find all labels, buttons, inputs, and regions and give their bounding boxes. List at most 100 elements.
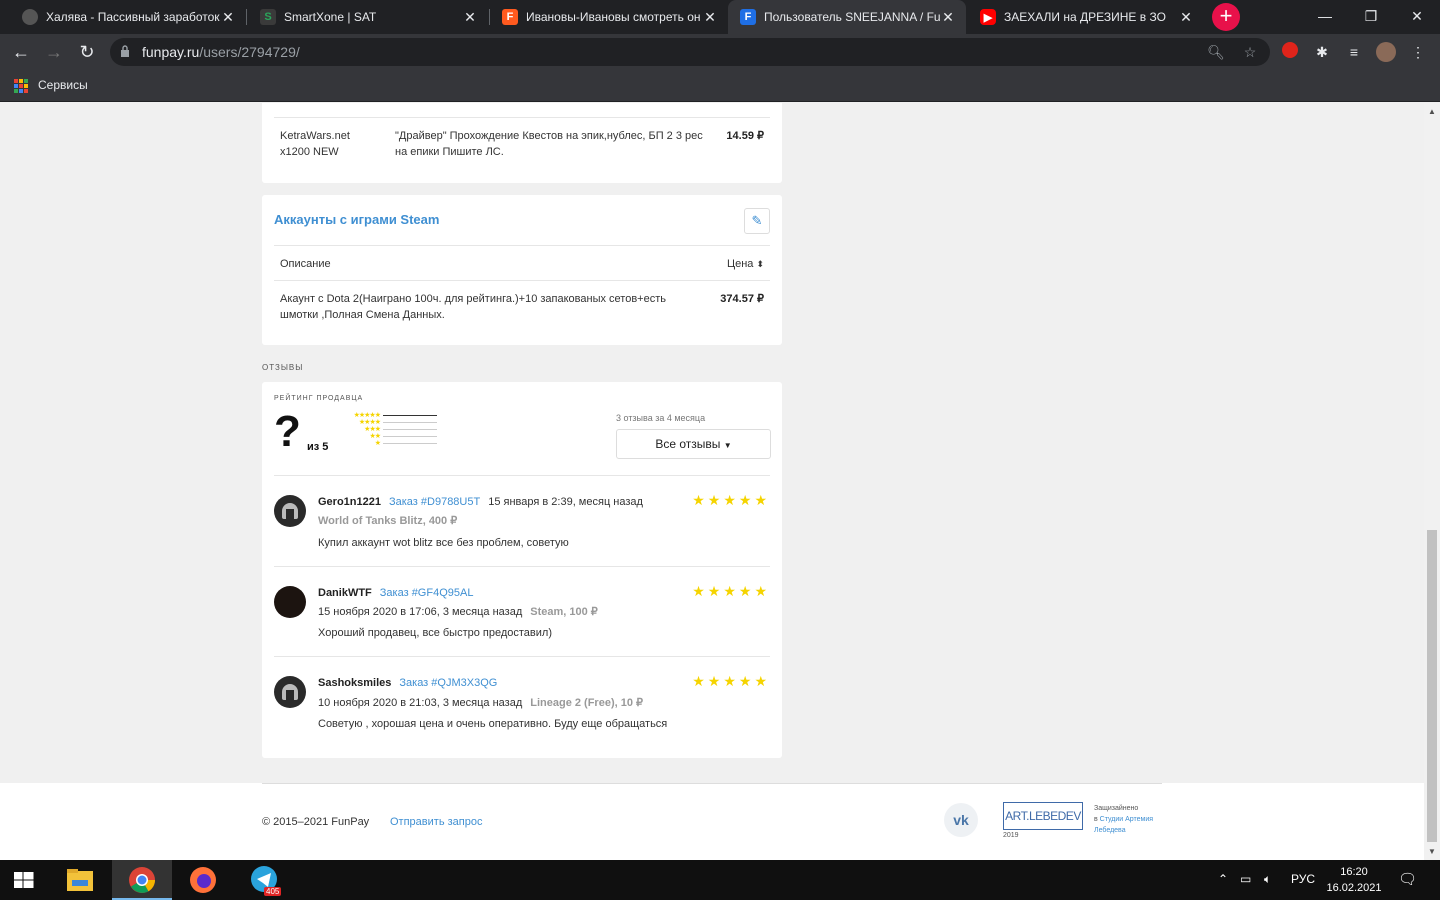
file-explorer-icon[interactable] [50,860,110,900]
review-user[interactable]: Gero1n1221 [318,496,381,508]
lock-icon [121,45,129,57]
review-game: Steam, 100 ₽ [530,606,598,618]
tab-4-active[interactable]: F Пользователь SNEEJANNA / Fun ✕ [728,0,966,34]
zoom-icon[interactable]: 🔍︎ [1206,42,1226,62]
review-date: 15 ноября 2020 в 17:06, 3 месяца назад [318,606,523,618]
review-order-link[interactable]: Заказ #GF4Q95AL [380,587,474,599]
column-header-price[interactable]: Цена ⬍ [727,256,764,272]
tray-chevron-up-icon[interactable]: ⌃ [1218,872,1228,886]
close-icon[interactable]: ✕ [702,9,718,26]
site-footer [0,783,1424,860]
url-path: /users/2794729/ [199,44,300,60]
address-bar[interactable]: funpay.ru/users/2794729/ 🔍︎ ☆ [110,38,1270,66]
new-tab-plus-icon[interactable]: + [1212,3,1240,31]
review-user[interactable]: DanikWTF [318,587,372,599]
close-icon[interactable]: ✕ [462,9,478,26]
tab-title: ЗАЕХАЛИ на ДРЕЗИНЕ в ЗО [1004,10,1166,24]
window-close-icon[interactable]: ✕ [1394,0,1440,34]
column-header-description: Описание [280,258,331,270]
tab-5[interactable]: ▶ ЗАЕХАЛИ на ДРЕЗИНЕ в ЗО ✕ [968,0,1204,34]
studio-link[interactable]: Студии Артемия Лебедева [1094,816,1153,834]
profile-avatar[interactable] [1376,42,1396,62]
scroll-down-arrow-icon[interactable]: ▼ [1428,847,1436,856]
restore-icon[interactable]: ❐ [1348,0,1394,34]
review-item: DanikWTF Заказ #GF4Q95AL 15 ноября 2020 в… [274,583,770,653]
volume-icon[interactable]: 🔈︎ [1264,872,1271,887]
close-icon[interactable]: ✕ [220,9,236,26]
review-header: Gero1n1221 Заказ #D9788U5T 15 января в 2:3… [318,496,643,508]
windows-start-icon[interactable] [0,860,48,900]
scrollbar-thumb[interactable] [1427,530,1437,842]
review-user[interactable]: Sashoksmiles [318,677,391,689]
back-arrow-icon[interactable]: ← [9,40,33,64]
media-queue-icon[interactable]: ≡ [1344,42,1364,62]
rating-bar-1 [383,443,437,444]
review-text: Советую , хорошая цена и очень оперативн… [318,718,668,730]
offer-price[interactable]: 14.59 ₽ [726,129,764,142]
avatar[interactable] [274,495,306,527]
section-title[interactable]: Аккаунты с играми Steam [274,212,439,227]
review-meta: 15 ноября 2020 в 17:06, 3 месяца назад St… [318,605,598,618]
bookmark-star-icon[interactable]: ☆ [1240,42,1260,62]
designed-by-text: Защизайнено в Студии Артемия Лебедева [1094,803,1166,836]
smartxone-favicon-icon: S [260,9,276,25]
avatar[interactable] [274,586,306,618]
steam-accounts-card: Аккаунты с играми Steam ✎ Описание Цена … [262,195,782,345]
video-site-favicon-icon: F [502,9,518,25]
review-order-link[interactable]: Заказ #D9788U5T [389,496,480,508]
rating-label: рейтинг продавца [274,395,364,402]
scroll-up-arrow-icon[interactable]: ▲ [1428,107,1436,116]
offer-description[interactable]: Акаунт с Dota 2(Наиграно 100ч. для рейти… [280,291,690,323]
all-reviews-dropdown[interactable]: Все отзывы ▼ [616,429,771,459]
url-text: funpay.ru/users/2794729/ [142,44,300,60]
caret-down-icon: ▼ [723,441,732,450]
tab-2[interactable]: S SmartXone | SAT ✕ [248,0,488,34]
review-stars-5: ★★★★★ [692,673,770,689]
reviews-heading: отзывы [262,363,304,372]
tab-3[interactable]: F Ивановы-Ивановы смотреть он ✕ [490,0,728,34]
offer-price[interactable]: 374.57 ₽ [720,292,764,305]
tab-title: SmartXone | SAT [284,10,377,24]
input-language[interactable]: РУС [1291,872,1315,886]
tab-1[interactable]: Халява - Пассивный заработок ✕ [10,0,246,34]
page-scrollbar[interactable]: ▲ ▼ [1424,103,1440,860]
avatar[interactable] [274,676,306,708]
offer-description[interactable]: "Драйвер" Прохождение Квестов на эпик,ну… [395,128,715,160]
adblock-extension-icon[interactable] [1280,42,1300,62]
menu-kebab-icon[interactable]: ⋮ [1408,42,1428,62]
offer-server[interactable]: KetraWars.net x1200 NEW [280,128,380,160]
send-request-link[interactable]: Отправить запрос [390,816,482,828]
network-icon[interactable]: ▭ [1240,872,1251,886]
extensions-puzzle-icon[interactable]: ✱ [1312,42,1332,62]
rating-row-1-star: ★ [374,440,381,447]
rating-bar-4 [383,422,437,423]
artlebedev-year: 2019 [1003,832,1019,839]
vk-icon[interactable]: vk [944,803,978,837]
review-stars-5: ★★★★★ [692,583,770,599]
browser-toolbar: ← → ↻ funpay.ru/users/2794729/ 🔍︎ ☆ ✱ ≡ … [0,34,1440,70]
funpay-favicon-icon: F [740,9,756,25]
review-item: Sashoksmiles Заказ #QJM3X3QG 10 ноября 20… [274,673,770,743]
url-host: funpay.ru [142,44,200,60]
apps-grid-icon[interactable] [14,79,28,93]
clock-time: 16:20 [1340,866,1368,878]
chrome-taskbar-icon[interactable] [112,860,172,900]
close-icon[interactable]: ✕ [940,9,956,26]
close-icon[interactable]: ✕ [1178,9,1194,26]
apps-bookmark-label[interactable]: Сервисы [38,78,88,92]
artlebedev-logo[interactable]: ART.LEBEDEV [1003,802,1083,830]
review-order-link[interactable]: Заказ #QJM3X3QG [399,677,497,689]
rating-bar-3 [383,429,437,430]
system-clock[interactable]: 16:20 16.02.2021 [1322,864,1386,896]
telegram-taskbar-icon[interactable]: 405 [234,860,294,900]
table-divider [274,280,770,281]
tab-title: Ивановы-Ивановы смотреть он [526,10,701,24]
site-favicon-icon [22,9,38,25]
minimize-icon[interactable]: — [1302,0,1348,34]
forward-arrow-icon[interactable]: → [42,40,66,64]
edit-pencil-icon[interactable]: ✎ [744,208,770,234]
firefox-taskbar-icon[interactable] [173,860,233,900]
table-divider [274,245,770,246]
notifications-icon[interactable]: 🗨︎ [1398,870,1417,888]
reload-icon[interactable]: ↻ [75,40,99,64]
